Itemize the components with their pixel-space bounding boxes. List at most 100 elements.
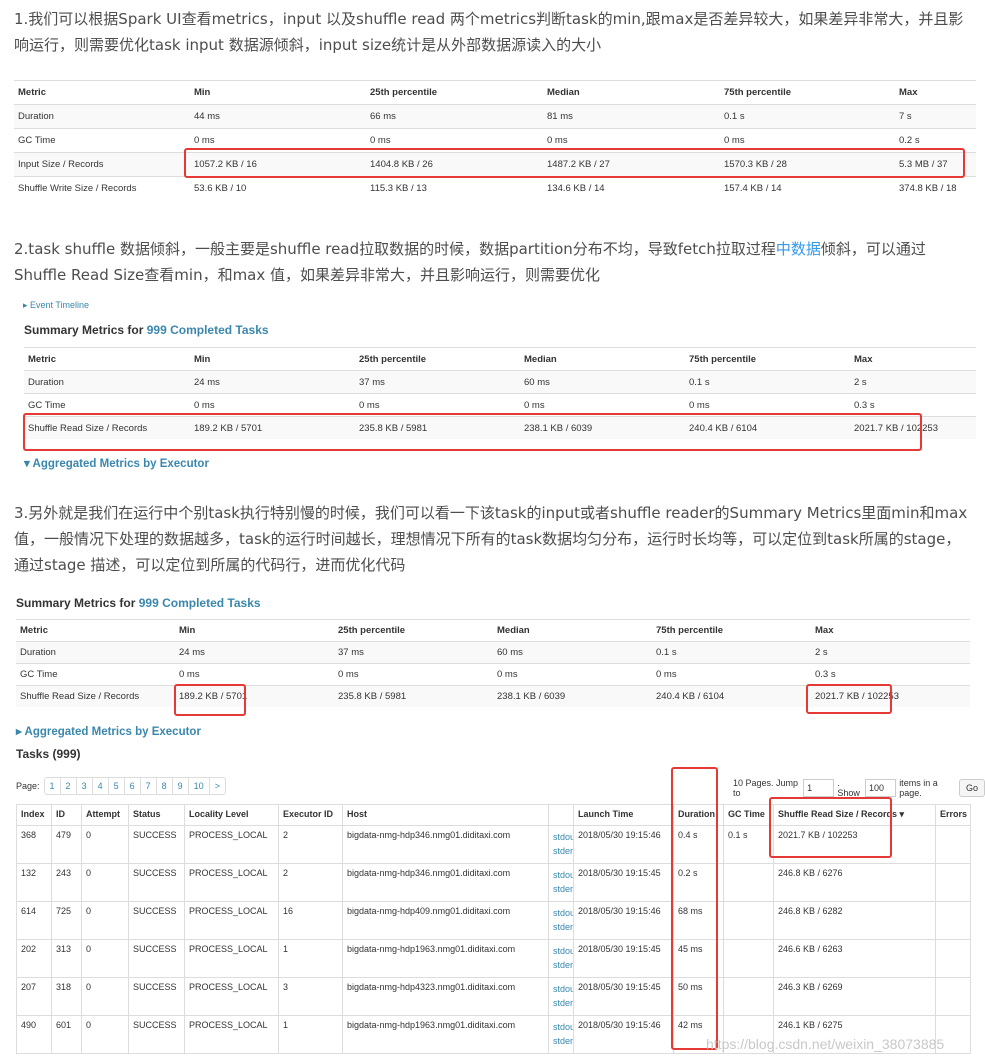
column-header[interactable]: Executor ID (278, 804, 343, 826)
column-header: Median (520, 347, 685, 371)
log-links: stdoutstderr (548, 977, 574, 1016)
metric-value: 2 s (811, 641, 970, 664)
host: bigdata-nmg-hdp1963.nmg01.diditaxi.com (342, 1015, 549, 1054)
metric-value: 115.3 KB / 13 (366, 176, 543, 200)
column-header[interactable]: Host (342, 804, 549, 826)
stderr-link[interactable]: stderr (553, 882, 573, 896)
task-index: 132 (16, 863, 52, 902)
stdout-link[interactable]: stdout (553, 1020, 573, 1034)
column-header[interactable]: GC Time (723, 804, 774, 826)
shuffle-read-size: 246.8 KB / 6282 (773, 901, 936, 940)
show-label: . Show (837, 778, 860, 798)
column-header[interactable]: Duration (673, 804, 724, 826)
page-link[interactable]: 2 (61, 778, 77, 794)
keyword-link[interactable]: 中数据 (776, 240, 821, 258)
column-header[interactable]: Status (128, 804, 185, 826)
table-row: GC Time 0 ms 0 ms 0 ms 0 ms 0.2 s (14, 128, 976, 153)
page-link[interactable]: 7 (141, 778, 157, 794)
metric-name: Duration (16, 641, 175, 664)
log-links: stdoutstderr (548, 863, 574, 902)
table-row: Shuffle Read Size / Records 189.2 KB / 57… (16, 685, 970, 707)
summary-title-text-2: Summary Metrics for (16, 596, 139, 610)
column-header[interactable]: Shuffle Read Size / Records ▾ (773, 804, 936, 826)
locality-level: PROCESS_LOCAL (184, 901, 279, 940)
stdout-link[interactable]: stdout (553, 906, 573, 920)
column-header[interactable]: Locality Level (184, 804, 279, 826)
metric-name: Duration (24, 370, 190, 394)
column-header[interactable]: ID (51, 804, 82, 826)
stderr-link[interactable]: stderr (553, 996, 573, 1010)
table-row: Duration 24 ms 37 ms 60 ms 0.1 s2 s (16, 641, 970, 664)
column-header[interactable]: Index (16, 804, 52, 826)
stderr-link[interactable]: stderr (553, 1034, 573, 1048)
metric-value: 134.6 KB / 14 (543, 176, 720, 200)
completed-tasks-link-2[interactable]: 999 Completed Tasks (139, 596, 261, 610)
stderr-link[interactable]: stderr (553, 920, 573, 934)
status: SUCCESS (128, 977, 185, 1016)
page-link[interactable]: 4 (93, 778, 109, 794)
metric-name: Duration (14, 104, 190, 129)
page-link[interactable]: 9 (173, 778, 189, 794)
jump-to-input[interactable]: 1 (803, 779, 835, 797)
duration: 0.4 s (673, 825, 724, 864)
duration: 68 ms (673, 901, 724, 940)
column-header[interactable] (548, 804, 574, 826)
metric-name: Shuffle Write Size / Records (14, 176, 190, 200)
metric-value: 24 ms (175, 641, 334, 664)
metric-value: 238.1 KB / 6039 (493, 685, 652, 707)
page-link[interactable]: 8 (157, 778, 173, 794)
column-header[interactable]: Errors (935, 804, 971, 826)
duration: 0.2 s (673, 863, 724, 902)
page-link[interactable]: 3 (77, 778, 93, 794)
metric-name: Input Size / Records (14, 152, 190, 177)
table-row: GC Time 0 ms 0 ms 0 ms 0 ms 0.3 s (16, 663, 970, 686)
stdout-link[interactable]: stdout (553, 982, 573, 996)
metric-value: 189.2 KB / 5701 (175, 685, 334, 707)
column-header: 25th percentile (366, 80, 543, 105)
metric-value: 0.1 s (720, 104, 895, 129)
table-row: Input Size / Records 1057.2 KB / 16 1404.8… (14, 152, 976, 177)
gc-time (723, 863, 774, 902)
items-label: items in a page. (899, 778, 938, 798)
completed-tasks-link[interactable]: 999 Completed Tasks (147, 323, 269, 337)
column-header: Median (493, 619, 652, 642)
task-index: 614 (16, 901, 52, 940)
attempt: 0 (81, 1015, 129, 1054)
page-link[interactable]: 10 (189, 778, 210, 794)
metric-value: 5.3 MB / 37 (895, 152, 976, 177)
stdout-link[interactable]: stdout (553, 830, 573, 844)
column-header[interactable]: Launch Time (573, 804, 674, 826)
aggregated-metrics-link-2[interactable]: ▸ Aggregated Metrics by Executor (16, 724, 201, 738)
stdout-link[interactable]: stdout (553, 944, 573, 958)
launch-time: 2018/05/30 19:15:45 (573, 863, 674, 902)
stderr-link[interactable]: stderr (553, 958, 573, 972)
metric-value: 0 ms (685, 393, 850, 417)
metric-name: GC Time (14, 128, 190, 153)
locality-level: PROCESS_LOCAL (184, 1015, 279, 1054)
task-index: 490 (16, 1015, 52, 1054)
metric-value: 0 ms (355, 393, 520, 417)
column-header: 75th percentile (685, 347, 850, 371)
metric-value: 374.8 KB / 18 (895, 176, 976, 200)
stdout-link[interactable]: stdout (553, 868, 573, 882)
column-header: Metric (14, 80, 190, 105)
table-row: 132 243 0 SUCCESS PROCESS_LOCAL 2 bigdata-nmg-… (16, 863, 971, 902)
event-timeline-link[interactable]: ▸ Event Timeline (23, 300, 89, 311)
metric-value: 0 ms (520, 393, 685, 417)
column-header[interactable]: Attempt (81, 804, 129, 826)
page-link[interactable]: 6 (125, 778, 141, 794)
aggregated-metrics-link[interactable]: ▾ Aggregated Metrics by Executor (24, 456, 209, 470)
log-links: stdoutstderr (548, 1015, 574, 1054)
page-size-input[interactable]: 100 (864, 779, 897, 797)
metric-value: 235.8 KB / 5981 (334, 685, 493, 707)
page-link[interactable]: 1 (45, 778, 61, 794)
shuffle-read-size: 246.8 KB / 6276 (773, 863, 936, 902)
stderr-link[interactable]: stderr (553, 844, 573, 858)
go-button[interactable]: Go (959, 779, 985, 797)
table-row: 368 479 0 SUCCESS PROCESS_LOCAL 2 bigdata-nmg-… (16, 825, 971, 864)
log-links: stdoutstderr (548, 901, 574, 940)
page-link[interactable]: 5 (109, 778, 125, 794)
table-row: Duration 24 ms 37 ms 60 ms 0.1 s2 s (24, 370, 976, 394)
next-page-link[interactable]: > (210, 778, 225, 794)
metric-value: 2021.7 KB / 102253 (811, 685, 970, 707)
